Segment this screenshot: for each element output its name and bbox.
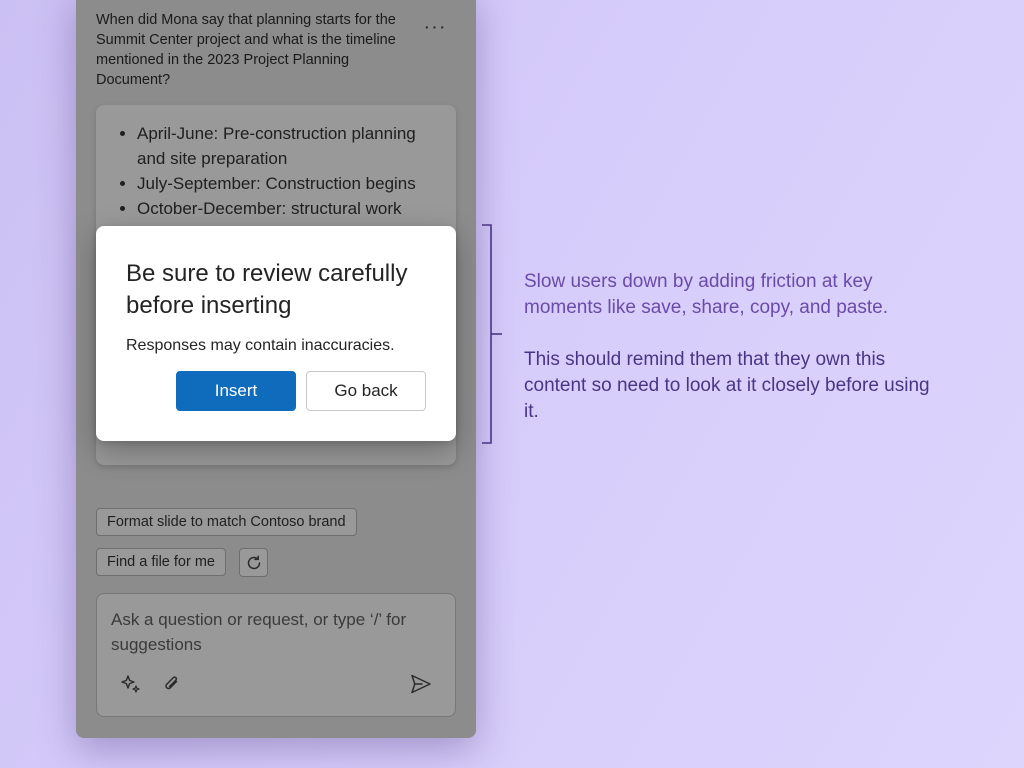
annotation-ownership: This should remind them that they own th…: [524, 349, 930, 422]
list-item: October-December: structural work: [137, 196, 432, 221]
dialog-message: Responses may contain inaccuracies.: [126, 337, 395, 354]
refresh-icon: [247, 554, 260, 569]
annotation-bracket: [482, 224, 502, 444]
insert-button[interactable]: Insert: [176, 371, 296, 411]
refresh-suggestions-button[interactable]: [239, 548, 268, 577]
user-question: When did Mona say that planning starts f…: [96, 12, 396, 88]
dialog-title: Be sure to review carefully before inser…: [126, 260, 408, 319]
sparkle-icon: [121, 675, 140, 693]
go-back-button[interactable]: Go back: [306, 371, 426, 411]
composer[interactable]: Ask a question or request, or type ‘/’ f…: [96, 593, 456, 717]
review-dialog: Be sure to review carefully before inser…: [96, 226, 456, 441]
more-icon: ···: [423, 15, 447, 38]
attach-button[interactable]: [160, 672, 184, 696]
list-item: July-September: Construction begins: [137, 171, 432, 196]
more-options-button[interactable]: ···: [422, 16, 448, 38]
response-list: April-June: Pre-construction planning an…: [96, 105, 456, 221]
list-item: April-June: Pre-construction planning an…: [137, 121, 432, 171]
send-icon: [411, 674, 431, 694]
prompt-guide-button[interactable]: [119, 672, 143, 696]
attach-icon: [165, 676, 178, 690]
suggestion-chip-format-slide[interactable]: Format slide to match Contoso brand: [96, 508, 357, 536]
annotation-friction: Slow users down by adding friction at ke…: [524, 271, 888, 318]
composer-input[interactable]: Ask a question or request, or type ‘/’ f…: [111, 607, 431, 657]
send-button[interactable]: [408, 671, 434, 697]
suggestion-chip-find-file[interactable]: Find a file for me: [96, 548, 226, 576]
